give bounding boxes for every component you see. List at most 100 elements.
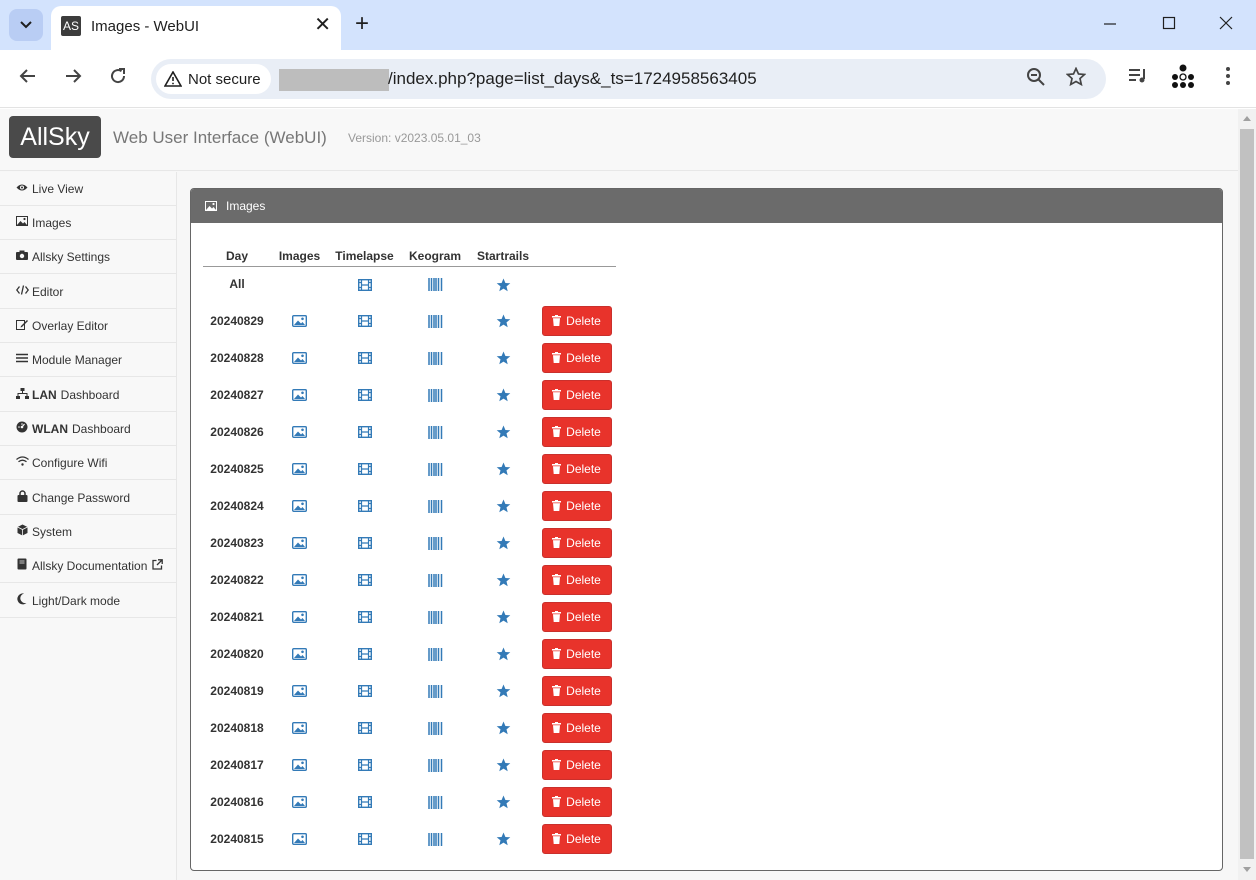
barcode-icon[interactable] bbox=[427, 610, 443, 624]
barcode-icon[interactable] bbox=[427, 832, 443, 846]
delete-button[interactable]: Delete bbox=[541, 453, 612, 484]
film-icon[interactable] bbox=[357, 315, 372, 328]
star-icon[interactable] bbox=[496, 573, 511, 587]
forward-button[interactable] bbox=[63, 66, 83, 91]
film-icon[interactable] bbox=[357, 389, 372, 402]
sidebar-item-module-manager[interactable]: Module Manager bbox=[0, 343, 176, 377]
delete-button[interactable]: Delete bbox=[541, 564, 612, 595]
star-icon[interactable] bbox=[496, 721, 511, 735]
day-label[interactable]: 20240828 bbox=[203, 339, 271, 376]
barcode-icon[interactable] bbox=[427, 647, 443, 661]
browser-tab[interactable]: AS Images - WebUI ✕ bbox=[51, 6, 341, 50]
sidebar-item-overlay-editor[interactable]: Overlay Editor bbox=[0, 309, 176, 343]
maximize-button[interactable] bbox=[1162, 12, 1176, 36]
day-label[interactable]: 20240824 bbox=[203, 487, 271, 524]
day-label[interactable]: 20240820 bbox=[203, 635, 271, 672]
film-icon[interactable] bbox=[357, 759, 372, 772]
star-icon[interactable] bbox=[496, 684, 511, 698]
close-window-button[interactable] bbox=[1219, 12, 1233, 36]
sidebar-item-configure-wifi[interactable]: Configure Wifi bbox=[0, 446, 176, 480]
delete-button[interactable]: Delete bbox=[541, 749, 612, 780]
barcode-icon[interactable] bbox=[427, 388, 443, 402]
security-chip[interactable]: Not secure bbox=[156, 64, 271, 94]
day-label[interactable]: All bbox=[203, 266, 271, 302]
delete-button[interactable]: Delete bbox=[541, 601, 612, 632]
scroll-down-arrow[interactable] bbox=[1243, 867, 1251, 872]
film-icon[interactable] bbox=[357, 279, 372, 292]
day-label[interactable]: 20240815 bbox=[203, 820, 271, 857]
sidebar-item-change-password[interactable]: Change Password bbox=[0, 481, 176, 515]
tab-search-button[interactable] bbox=[9, 9, 43, 41]
star-icon[interactable] bbox=[496, 499, 511, 513]
extension-button[interactable] bbox=[1170, 64, 1196, 96]
image-icon[interactable] bbox=[292, 759, 307, 772]
star-icon[interactable] bbox=[496, 425, 511, 439]
film-icon[interactable] bbox=[357, 722, 372, 735]
image-icon[interactable] bbox=[292, 352, 307, 365]
sidebar-item-dashboard[interactable]: LAN Dashboard bbox=[0, 378, 176, 412]
day-label[interactable]: 20240818 bbox=[203, 709, 271, 746]
film-icon[interactable] bbox=[357, 796, 372, 809]
image-icon[interactable] bbox=[292, 648, 307, 661]
film-icon[interactable] bbox=[357, 833, 372, 846]
film-icon[interactable] bbox=[357, 648, 372, 661]
sidebar-item-allsky-documentation[interactable]: Allsky Documentation bbox=[0, 549, 176, 583]
star-icon[interactable] bbox=[496, 351, 511, 365]
sidebar-item-system[interactable]: System bbox=[0, 515, 176, 549]
star-icon[interactable] bbox=[496, 795, 511, 809]
barcode-icon[interactable] bbox=[427, 573, 443, 587]
sidebar-item-images[interactable]: Images bbox=[0, 206, 176, 240]
star-icon[interactable] bbox=[496, 314, 511, 328]
barcode-icon[interactable] bbox=[427, 425, 443, 439]
browser-menu-button[interactable] bbox=[1225, 66, 1231, 92]
scroll-thumb[interactable] bbox=[1240, 129, 1254, 859]
film-icon[interactable] bbox=[357, 352, 372, 365]
scroll-up-arrow[interactable] bbox=[1243, 116, 1251, 121]
back-button[interactable] bbox=[18, 66, 38, 91]
sidebar-item-allsky-settings[interactable]: Allsky Settings bbox=[0, 240, 176, 274]
barcode-icon[interactable] bbox=[427, 536, 443, 550]
image-icon[interactable] bbox=[292, 389, 307, 402]
page-scrollbar[interactable] bbox=[1238, 109, 1256, 880]
image-icon[interactable] bbox=[292, 426, 307, 439]
barcode-icon[interactable] bbox=[427, 278, 443, 292]
star-icon[interactable] bbox=[496, 536, 511, 550]
minimize-button[interactable] bbox=[1103, 12, 1117, 36]
film-icon[interactable] bbox=[357, 574, 372, 587]
day-label[interactable]: 20240821 bbox=[203, 598, 271, 635]
image-icon[interactable] bbox=[292, 685, 307, 698]
delete-button[interactable]: Delete bbox=[541, 712, 612, 743]
film-icon[interactable] bbox=[357, 611, 372, 624]
star-icon[interactable] bbox=[496, 610, 511, 624]
new-tab-button[interactable]: + bbox=[355, 11, 369, 37]
day-label[interactable]: 20240823 bbox=[203, 524, 271, 561]
star-icon[interactable] bbox=[496, 647, 511, 661]
day-label[interactable]: 20240826 bbox=[203, 413, 271, 450]
image-icon[interactable] bbox=[292, 833, 307, 846]
delete-button[interactable]: Delete bbox=[541, 379, 612, 410]
day-label[interactable]: 20240827 bbox=[203, 376, 271, 413]
day-label[interactable]: 20240817 bbox=[203, 746, 271, 783]
reload-button[interactable] bbox=[108, 66, 128, 91]
sidebar-item-dashboard[interactable]: WLAN Dashboard bbox=[0, 412, 176, 446]
star-icon[interactable] bbox=[496, 462, 511, 476]
day-label[interactable]: 20240825 bbox=[203, 450, 271, 487]
image-icon[interactable] bbox=[292, 796, 307, 809]
film-icon[interactable] bbox=[357, 685, 372, 698]
day-label[interactable]: 20240819 bbox=[203, 672, 271, 709]
image-icon[interactable] bbox=[292, 611, 307, 624]
barcode-icon[interactable] bbox=[427, 721, 443, 735]
delete-button[interactable]: Delete bbox=[541, 527, 612, 558]
barcode-icon[interactable] bbox=[427, 795, 443, 809]
star-icon[interactable] bbox=[496, 832, 511, 846]
image-icon[interactable] bbox=[292, 500, 307, 513]
bookmark-button[interactable] bbox=[1065, 66, 1087, 93]
delete-button[interactable]: Delete bbox=[541, 416, 612, 447]
delete-button[interactable]: Delete bbox=[541, 342, 612, 373]
star-icon[interactable] bbox=[496, 758, 511, 772]
star-icon[interactable] bbox=[496, 388, 511, 402]
zoom-button[interactable] bbox=[1026, 67, 1046, 93]
barcode-icon[interactable] bbox=[427, 314, 443, 328]
barcode-icon[interactable] bbox=[427, 758, 443, 772]
image-icon[interactable] bbox=[292, 722, 307, 735]
